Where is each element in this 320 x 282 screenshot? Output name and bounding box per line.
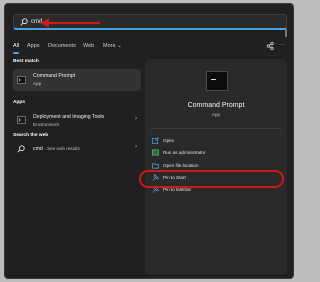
action-label: Open file location: [163, 162, 199, 168]
tab-more[interactable]: More ⌄: [103, 43, 122, 49]
result-subtitle: App: [33, 81, 42, 86]
tab-apps[interactable]: Apps: [27, 43, 40, 49]
results-list: Best match Command Prompt App Apps Deplo…: [13, 59, 141, 274]
chevron-right-icon[interactable]: ›: [135, 144, 137, 150]
open-icon: [152, 137, 159, 144]
active-tab-indicator: [13, 52, 19, 54]
web-heading: Search the web: [13, 133, 49, 138]
search-box[interactable]: cmd: [13, 14, 287, 30]
result-command-prompt[interactable]: Command Prompt App: [13, 69, 141, 91]
tab-all[interactable]: All: [13, 43, 19, 49]
best-match-heading: Best match: [13, 59, 39, 64]
result-title: Command Prompt: [33, 73, 76, 79]
start-search-window: cmd All Apps Documents Web More ⌄ ··· Be…: [4, 3, 294, 279]
app-icon: [17, 116, 26, 124]
apps-heading: Apps: [13, 100, 25, 105]
search-icon: [20, 18, 28, 26]
web-query: cmd - See web results: [33, 146, 80, 152]
result-title: Deployment and Imaging Tools: [33, 114, 105, 120]
result-subtitle: Environment: [33, 122, 59, 127]
divider: [151, 128, 281, 129]
annotation-arrow-icon: [40, 18, 100, 28]
command-prompt-large-icon: [206, 71, 228, 91]
scrollbar[interactable]: [285, 29, 287, 37]
detail-title: Command Prompt: [187, 102, 245, 109]
search-icon: [17, 145, 25, 153]
result-web-search[interactable]: cmd - See web results ›: [13, 142, 141, 156]
web-query-text: cmd: [33, 146, 43, 152]
chevron-right-icon[interactable]: ›: [135, 116, 137, 122]
chevron-down-icon: ⌄: [117, 43, 122, 49]
tab-web[interactable]: Web: [83, 43, 94, 49]
more-icon[interactable]: ···: [279, 42, 285, 48]
terminal-icon: [17, 76, 26, 84]
annotation-highlight: [139, 170, 284, 188]
action-run-as-administrator[interactable]: Run as administrator: [152, 147, 280, 159]
detail-type: App: [211, 112, 221, 117]
result-deployment-tools[interactable]: Deployment and Imaging Tools Environment…: [13, 110, 141, 132]
action-label: Run as administrator: [163, 149, 206, 155]
tab-documents[interactable]: Documents: [48, 43, 76, 49]
action-label: Open: [163, 137, 175, 143]
folder-icon: [152, 163, 159, 169]
filter-tabs: All Apps Documents Web More ⌄ ···: [13, 41, 287, 54]
action-open[interactable]: Open: [152, 135, 280, 147]
tab-more-label: More: [103, 43, 116, 49]
share-icon[interactable]: [266, 42, 274, 50]
web-query-hint: - See web results: [44, 146, 80, 151]
detail-panel: Command Prompt App Open Run as administr…: [145, 59, 287, 274]
shield-icon: [152, 149, 159, 156]
